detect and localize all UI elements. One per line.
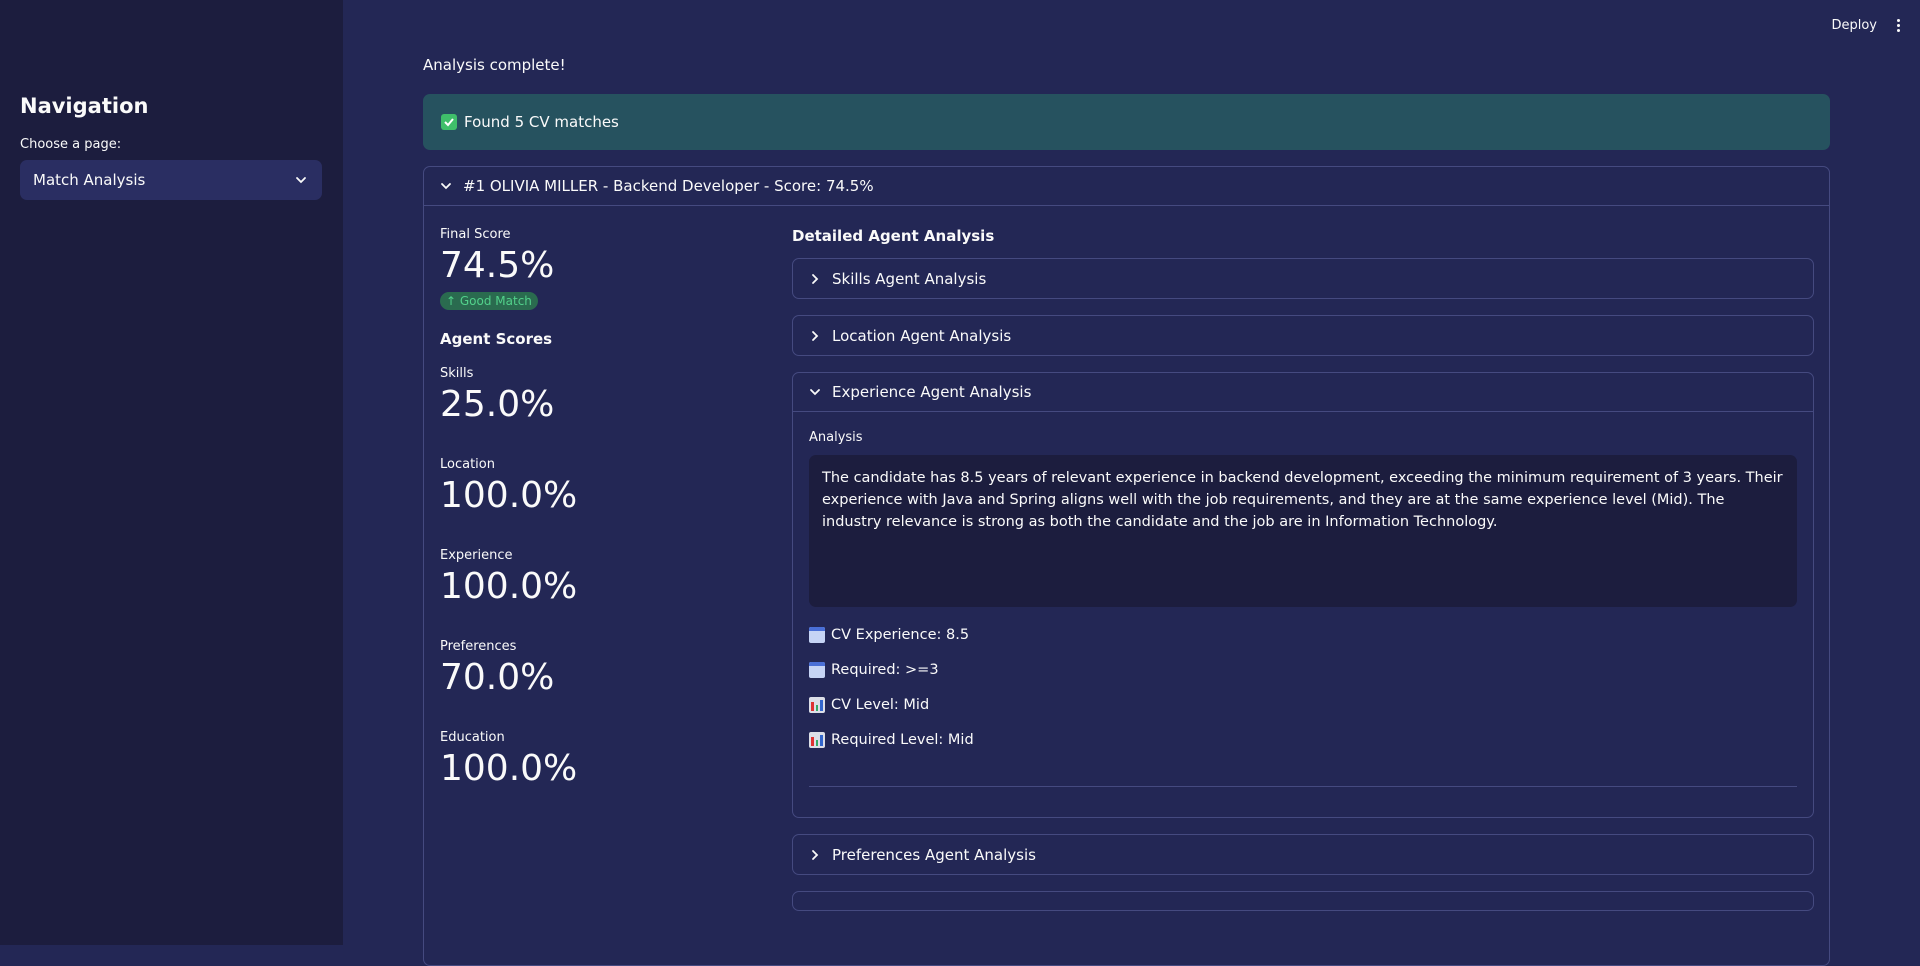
metric-label: Experience bbox=[440, 548, 513, 563]
bar-chart-icon bbox=[809, 732, 825, 748]
next-agent-expander bbox=[792, 891, 1814, 911]
location-metric: Location 100.0% bbox=[440, 457, 760, 518]
cv-experience-line: CV Experience: 8.5 bbox=[809, 627, 1797, 643]
deploy-button[interactable]: Deploy bbox=[1831, 18, 1877, 33]
chevron-down-icon bbox=[441, 183, 451, 190]
success-alert: Found 5 CV matches bbox=[423, 94, 1830, 150]
sidebar-title: Navigation bbox=[20, 94, 149, 118]
calendar-icon bbox=[809, 627, 825, 643]
metric-value: 70.0% bbox=[440, 657, 555, 698]
metric-value: 25.0% bbox=[440, 384, 555, 425]
analysis-column: Detailed Agent Analysis Skills Agent Ana… bbox=[792, 227, 1814, 927]
page-select[interactable]: Match Analysis bbox=[20, 160, 322, 200]
required-experience-line: Required: >=3 bbox=[809, 662, 1797, 678]
metric-value: 100.0% bbox=[440, 566, 578, 607]
status-text: Analysis complete! bbox=[423, 56, 566, 74]
final-score-metric: Final Score 74.5% ↑ Good Match bbox=[440, 227, 760, 310]
bar-chart-icon bbox=[809, 697, 825, 713]
experience-metric: Experience 100.0% bbox=[440, 548, 760, 609]
divider bbox=[809, 786, 1797, 787]
metric-label: Preferences bbox=[440, 639, 517, 654]
metric-value: 100.0% bbox=[440, 475, 578, 516]
skills-agent-expander: Skills Agent Analysis bbox=[792, 258, 1814, 299]
location-agent-expander: Location Agent Analysis bbox=[792, 315, 1814, 356]
analysis-textarea[interactable]: The candidate has 8.5 years of relevant … bbox=[809, 455, 1797, 607]
metric-value: 100.0% bbox=[440, 748, 578, 789]
experience-details: CV Experience: 8.5 Required: >=3 CV Leve… bbox=[809, 627, 1797, 748]
more-menu-icon[interactable] bbox=[1897, 19, 1900, 32]
metric-value: 74.5% bbox=[440, 245, 555, 286]
preferences-metric: Preferences 70.0% bbox=[440, 639, 760, 700]
match-expander: #1 OLIVIA MILLER - Backend Developer - S… bbox=[423, 166, 1830, 966]
expander-label: Location Agent Analysis bbox=[832, 326, 1012, 345]
score-column: Final Score 74.5% ↑ Good Match Agent Sco… bbox=[440, 227, 760, 821]
agent-scores-heading: Agent Scores bbox=[440, 330, 553, 348]
success-message: Found 5 CV matches bbox=[464, 113, 619, 131]
match-title: #1 OLIVIA MILLER - Backend Developer - S… bbox=[463, 177, 874, 195]
expander-label: Experience Agent Analysis bbox=[832, 383, 1032, 401]
skills-agent-header[interactable]: Skills Agent Analysis bbox=[793, 259, 1813, 298]
metric-label: Location bbox=[440, 457, 495, 472]
cv-level-line: CV Level: Mid bbox=[809, 697, 1797, 713]
page-select-value: Match Analysis bbox=[33, 171, 146, 189]
chevron-down-icon bbox=[810, 389, 820, 396]
metric-label: Education bbox=[440, 730, 505, 745]
info-text: CV Experience: 8.5 bbox=[831, 627, 970, 643]
preferences-agent-expander: Preferences Agent Analysis bbox=[792, 834, 1814, 875]
analysis-label: Analysis bbox=[809, 430, 863, 445]
chevron-down-icon bbox=[296, 177, 306, 184]
location-agent-header[interactable]: Location Agent Analysis bbox=[793, 316, 1813, 355]
experience-agent-expander: Experience Agent Analysis Analysis The c… bbox=[792, 372, 1814, 818]
page-select-label: Choose a page: bbox=[20, 137, 122, 152]
metric-label: Skills bbox=[440, 366, 474, 381]
skills-metric: Skills 25.0% bbox=[440, 366, 760, 427]
detailed-analysis-heading: Detailed Agent Analysis bbox=[792, 227, 995, 245]
chevron-right-icon bbox=[812, 330, 819, 341]
match-expander-header[interactable]: #1 OLIVIA MILLER - Backend Developer - S… bbox=[424, 167, 1829, 206]
info-text: CV Level: Mid bbox=[831, 697, 930, 713]
expander-label: Skills Agent Analysis bbox=[832, 269, 987, 288]
check-icon bbox=[441, 114, 457, 130]
chevron-right-icon bbox=[812, 273, 819, 284]
info-text: Required Level: Mid bbox=[831, 732, 974, 748]
chevron-right-icon bbox=[812, 849, 819, 860]
education-metric: Education 100.0% bbox=[440, 730, 760, 791]
experience-agent-body: Analysis The candidate has 8.5 years of … bbox=[793, 412, 1813, 817]
metric-label: Final Score bbox=[440, 227, 511, 242]
experience-agent-header[interactable]: Experience Agent Analysis bbox=[793, 373, 1813, 412]
sidebar: Navigation Choose a page: Match Analysis bbox=[0, 0, 343, 945]
match-quality-badge: ↑ Good Match bbox=[440, 292, 538, 310]
info-text: Required: >=3 bbox=[831, 662, 939, 678]
top-toolbar: Deploy bbox=[1831, 18, 1900, 33]
badge-label: Good Match bbox=[459, 294, 532, 308]
preferences-agent-header[interactable]: Preferences Agent Analysis bbox=[793, 835, 1813, 874]
calendar-icon bbox=[809, 662, 825, 678]
required-level-line: Required Level: Mid bbox=[809, 732, 1797, 748]
expander-label: Preferences Agent Analysis bbox=[832, 845, 1036, 864]
